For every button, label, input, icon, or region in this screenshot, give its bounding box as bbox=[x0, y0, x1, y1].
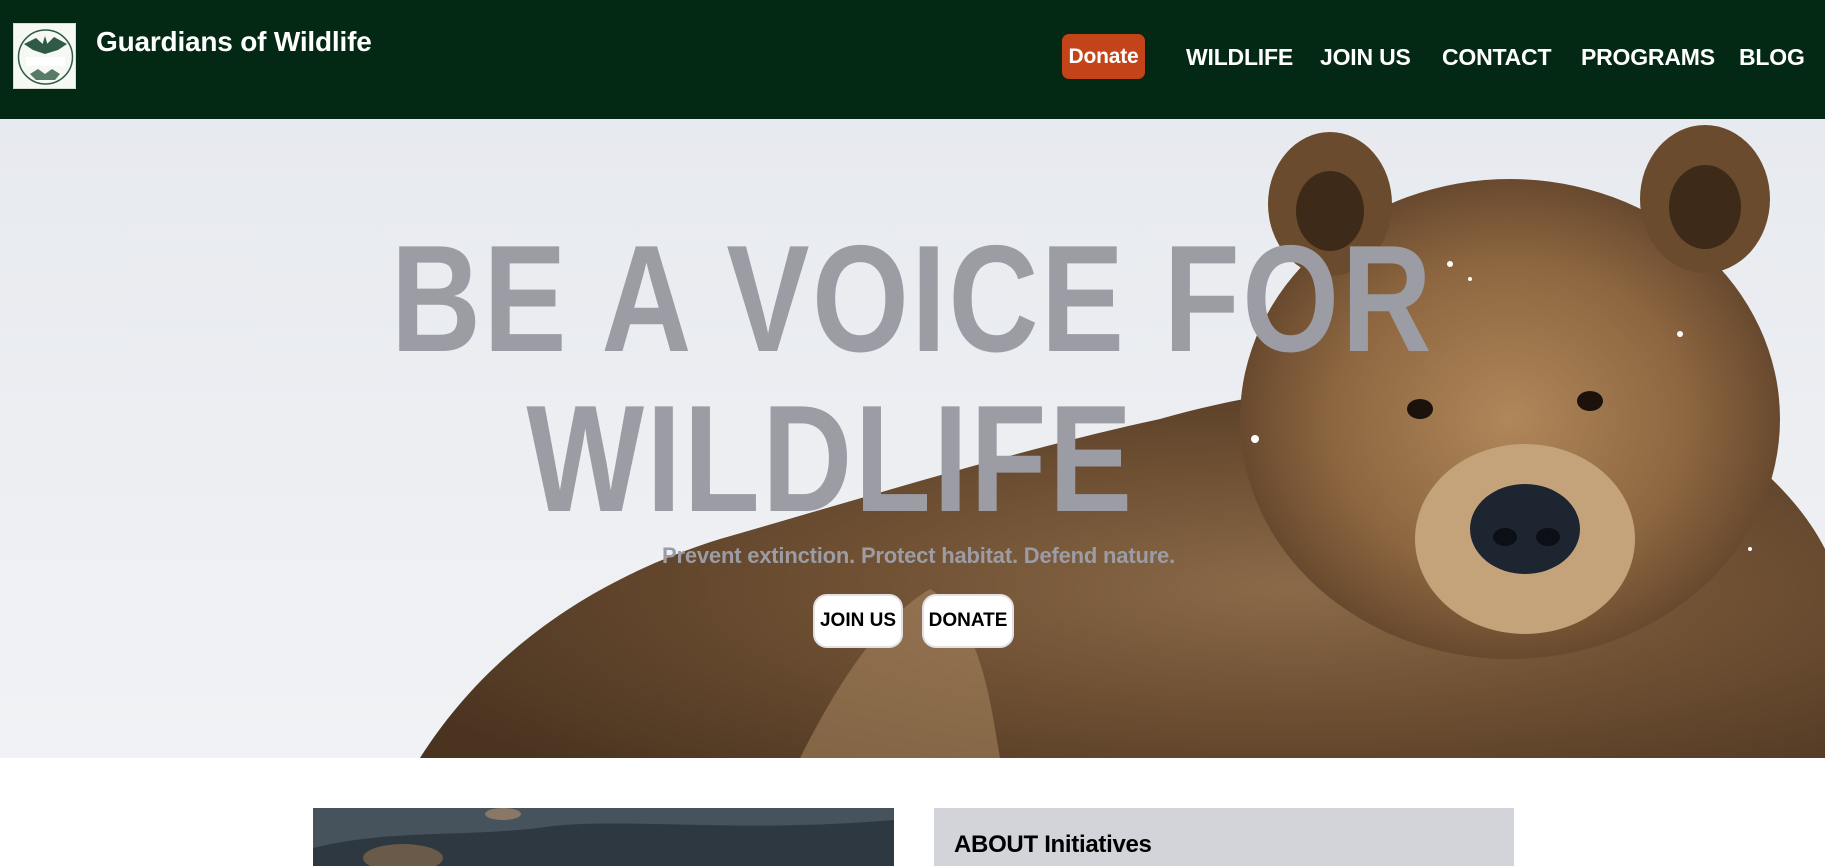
about-card: ABOUT Initiatives bbox=[934, 808, 1514, 866]
nav-programs[interactable]: PROGRAMS bbox=[1581, 44, 1715, 71]
donate-button[interactable]: Donate bbox=[1062, 34, 1145, 79]
guardians-logo-icon[interactable] bbox=[13, 23, 76, 89]
about-title: ABOUT Initiatives bbox=[954, 831, 1152, 858]
join-us-button[interactable]: JOIN US bbox=[813, 594, 903, 648]
nav-blog[interactable]: BLOG bbox=[1739, 44, 1805, 71]
hero-section: BE A VOICE FOR WILDLIFE Prevent extincti… bbox=[0, 119, 1825, 758]
nav-wildlife[interactable]: WILDLIFE bbox=[1186, 44, 1293, 71]
initiatives-image bbox=[313, 808, 894, 866]
site-header: Guardians of Wildlife Donate WILDLIFE JO… bbox=[0, 0, 1825, 119]
hero-title-line2: WILDLIFE bbox=[526, 374, 1135, 544]
nav-contact[interactable]: CONTACT bbox=[1442, 44, 1552, 71]
hero-title: BE A VOICE FOR WILDLIFE bbox=[0, 219, 1825, 539]
hero-subtitle: Prevent extinction. Protect habitat. Def… bbox=[662, 543, 1176, 568]
nav-join-us[interactable]: JOIN US bbox=[1320, 44, 1411, 71]
donate-hero-button[interactable]: DONATE bbox=[922, 594, 1014, 648]
hero-title-line1: BE A VOICE FOR bbox=[390, 214, 1435, 384]
site-title[interactable]: Guardians of Wildlife bbox=[96, 26, 372, 58]
